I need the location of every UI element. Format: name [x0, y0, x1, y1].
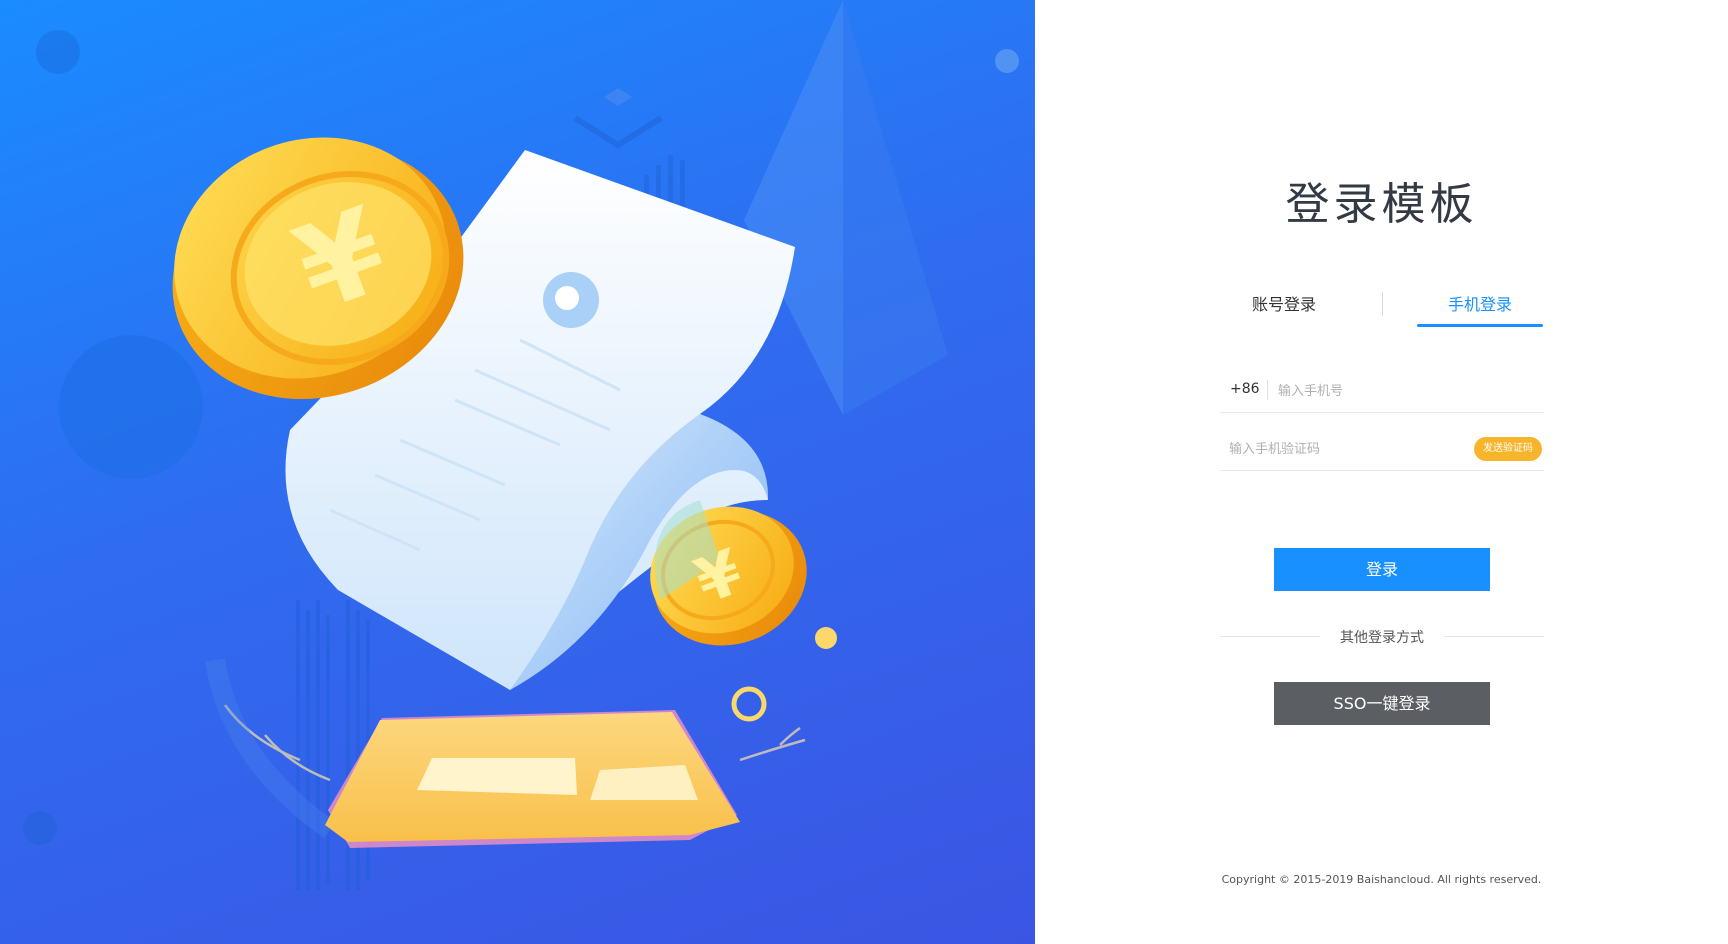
- pyramid-icon: [744, 0, 948, 415]
- phone-input[interactable]: [1278, 377, 1528, 405]
- decor-dot: [815, 627, 837, 649]
- tab-active-indicator: [1417, 324, 1543, 327]
- chevron-decor-icon: [573, 88, 663, 149]
- copyright-text: Copyright © 2015-2019 Baishancloud. All …: [1221, 873, 1542, 886]
- decor-ring: [731, 686, 767, 722]
- phone-field: +86: [1220, 369, 1544, 413]
- tab-phone-login[interactable]: 手机登录: [1417, 288, 1543, 328]
- login-panel: 登录模板 账号登录 手机登录 +86 发送验证码 登录 其他登录方式 SSO一键…: [1035, 0, 1728, 944]
- sso-login-button[interactable]: SSO一键登录: [1274, 682, 1490, 725]
- verification-code-input[interactable]: [1229, 435, 1449, 463]
- verification-code-field: 发送验证码: [1220, 427, 1544, 471]
- other-login-label: 其他登录方式: [1340, 630, 1424, 646]
- country-code-prefix[interactable]: +86: [1230, 381, 1260, 397]
- illustration-canvas: ¥ ¥: [23, 0, 1019, 890]
- decor-circle: [59, 335, 203, 479]
- decor-circle: [36, 30, 80, 74]
- hero-illustration: ¥ ¥: [0, 0, 1035, 944]
- tab-account-login[interactable]: 账号登录: [1221, 288, 1347, 328]
- prefix-divider: [1267, 380, 1268, 400]
- tab-divider: [1382, 292, 1383, 316]
- login-button[interactable]: 登录: [1274, 548, 1490, 591]
- send-code-button[interactable]: 发送验证码: [1474, 437, 1542, 461]
- page-title: 登录模板: [1285, 179, 1478, 230]
- divider-line: [1444, 636, 1544, 637]
- decor-circle: [23, 811, 57, 845]
- other-login-methods: 其他登录方式: [1220, 626, 1544, 646]
- decor-circle: [995, 49, 1019, 73]
- login-tabs: 账号登录 手机登录: [1221, 288, 1543, 328]
- card-icon: [325, 710, 740, 848]
